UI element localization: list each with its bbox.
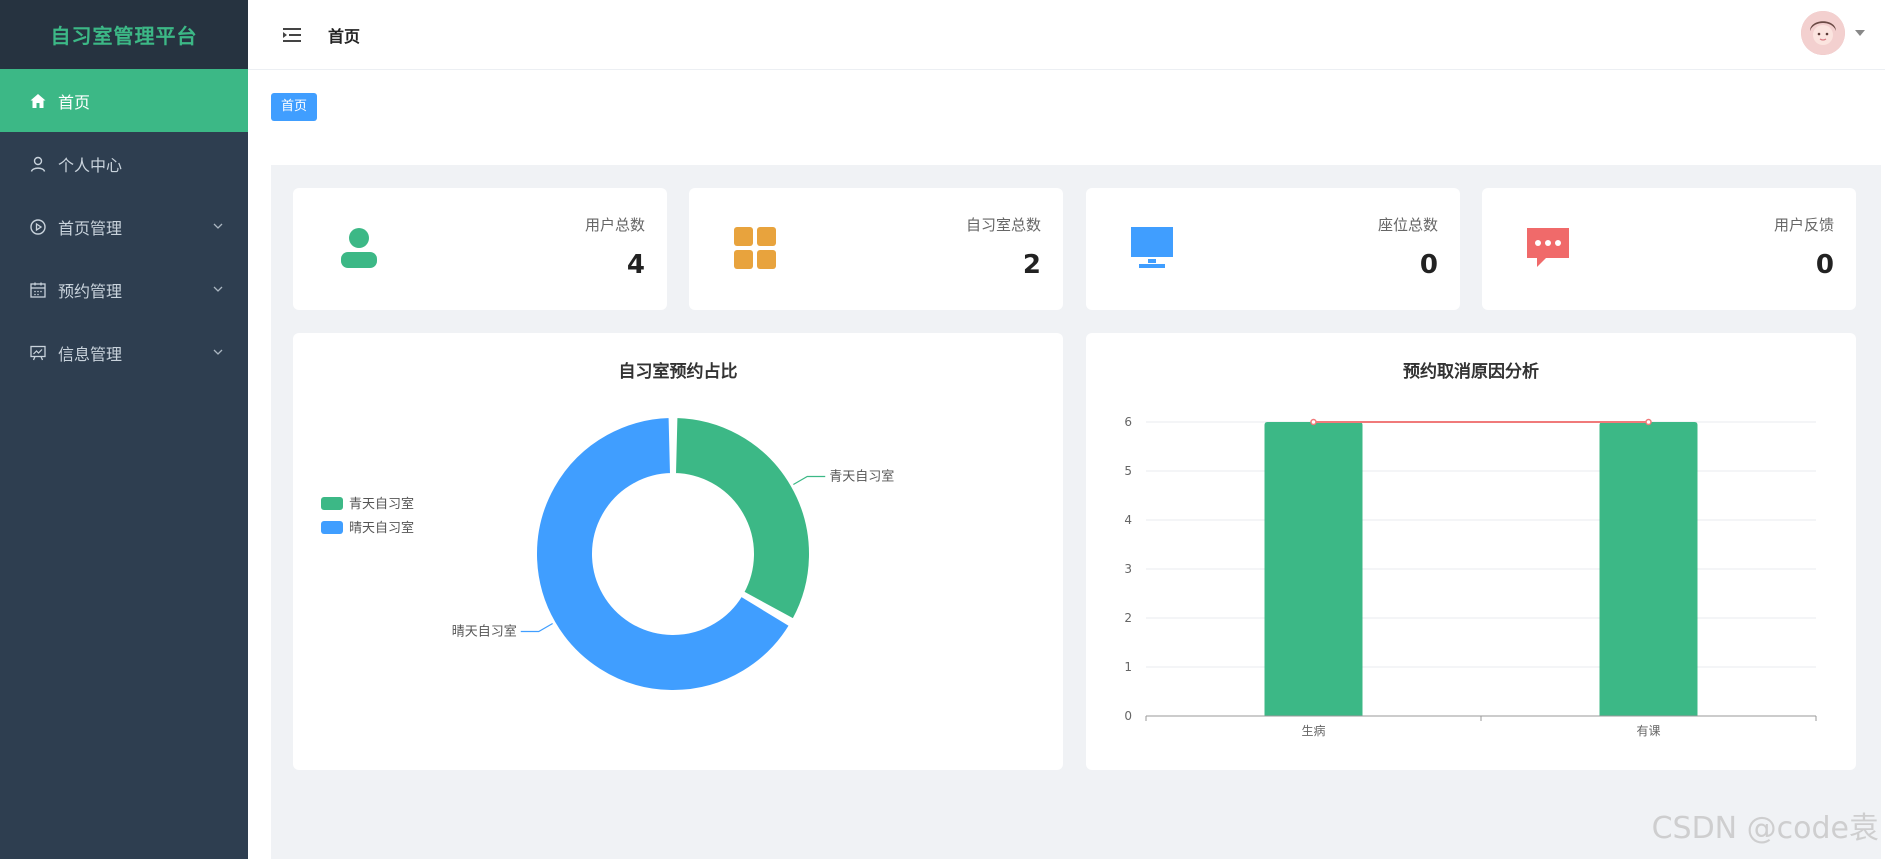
sidebar-item-label: 预约管理 [58, 281, 123, 301]
sidebar: 自习室管理平台 首页 个人中心 首页管理 预约管理 信息管理 [0, 0, 248, 859]
legend-label[interactable]: 青天自习室 [349, 496, 414, 512]
line-point[interactable] [1645, 418, 1652, 426]
chart-card-room-share: 自习室预约占比 青天自习室 晴天自习室 青天自习室 晴天自习室 [293, 333, 1063, 770]
donut-slice[interactable] [674, 416, 811, 621]
sidebar-item-label: 首页 [58, 92, 91, 112]
chevron-down-icon [213, 223, 223, 229]
y-tick-label: 1 [1124, 660, 1132, 674]
sidebar-item-label: 个人中心 [58, 155, 123, 175]
sidebar-item-booking-management[interactable]: 预约管理 [0, 258, 248, 321]
stat-label: 自习室总数 [965, 216, 1041, 234]
stat-value: 0 [1419, 250, 1438, 280]
page-title: 首页 [328, 26, 361, 46]
slice-label: 青天自习室 [829, 469, 894, 485]
avatar[interactable] [1801, 11, 1845, 55]
stat-label: 用户总数 [584, 216, 645, 234]
y-tick-label: 2 [1124, 611, 1132, 625]
chevron-down-icon [213, 349, 223, 355]
y-tick-label: 0 [1124, 709, 1132, 723]
calendar-icon [28, 280, 48, 300]
stat-card-rooms: 自习室总数 2 [689, 188, 1063, 310]
y-tick-label: 4 [1124, 513, 1132, 527]
sidebar-item-home[interactable]: 首页 [0, 69, 248, 132]
legend-label[interactable]: 晴天自习室 [349, 520, 414, 536]
stat-card-users: 用户总数 4 [293, 188, 667, 310]
chat-icon [1527, 228, 1569, 267]
x-tick-label: 有课 [1636, 724, 1660, 738]
play-circle-icon [28, 217, 48, 237]
slice-label: 晴天自习室 [452, 624, 517, 640]
legend-swatch[interactable] [321, 521, 343, 534]
stat-card-feedback: 用户反馈 0 [1482, 188, 1856, 310]
bar-chart: 0 1 2 3 4 5 6 生病 有课 [1124, 415, 1817, 738]
hamburger-icon[interactable] [282, 25, 302, 45]
chevron-down-icon[interactable] [1855, 30, 1865, 36]
monitor-icon [1131, 227, 1173, 268]
user-icon [341, 228, 377, 268]
stat-value: 4 [626, 250, 645, 280]
breadcrumb[interactable]: 首页 [271, 93, 318, 121]
donut-chart: 青天自习室晴天自习室 青天自习室晴天自习室 [321, 416, 894, 692]
sidebar-item-profile[interactable]: 个人中心 [0, 132, 248, 195]
chevron-down-icon [213, 286, 223, 292]
watermark: CSDN @code袁 [1651, 811, 1879, 846]
x-tick-label: 生病 [1301, 723, 1325, 738]
bar[interactable] [1599, 422, 1698, 716]
stat-label: 座位总数 [1377, 216, 1438, 234]
stat-value: 0 [1815, 250, 1834, 280]
sidebar-item-label: 首页管理 [58, 218, 123, 238]
home-icon [28, 91, 48, 111]
sidebar-item-info-management[interactable]: 信息管理 [0, 321, 248, 384]
top-header: 首页 [248, 0, 1885, 70]
chart-card-cancel-reasons: 预约取消原因分析 0 1 2 3 4 5 6 生病 有课 [1086, 333, 1856, 770]
legend-swatch[interactable] [321, 497, 343, 510]
label-leader-line [520, 622, 553, 633]
user-icon [28, 154, 48, 174]
sidebar-item-label: 信息管理 [58, 344, 123, 364]
dashboard-main: 用户总数 4 自习室总数 2 座位总数 0 用户反馈 0 自习室预约占比 青天自… [271, 165, 1881, 859]
presentation-chart-icon [28, 343, 48, 363]
y-tick-label: 6 [1124, 415, 1132, 429]
stat-value: 2 [1022, 250, 1041, 280]
y-tick-label: 5 [1124, 464, 1132, 478]
y-tick-label: 3 [1124, 562, 1132, 576]
brand-title: 自习室管理平台 [0, 0, 248, 69]
stat-label: 用户反馈 [1773, 216, 1834, 234]
label-leader-line [793, 475, 826, 486]
stat-card-seats: 座位总数 0 [1086, 188, 1460, 310]
sidebar-item-home-management[interactable]: 首页管理 [0, 195, 248, 258]
bar[interactable] [1264, 422, 1363, 716]
line-point[interactable] [1310, 418, 1317, 426]
grid-icon [734, 227, 776, 269]
